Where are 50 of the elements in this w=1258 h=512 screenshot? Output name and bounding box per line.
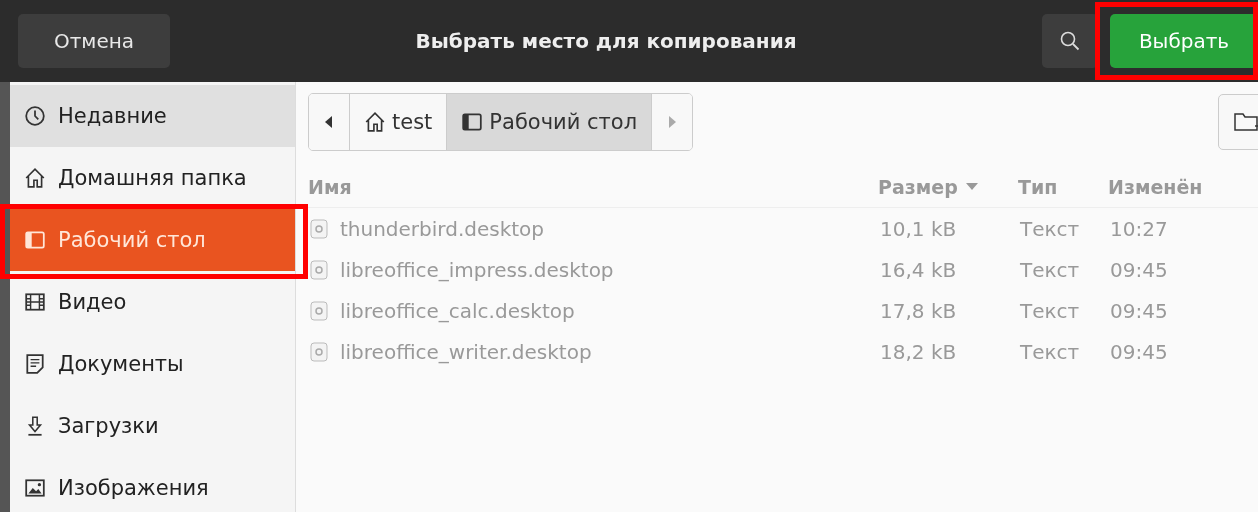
home-icon (24, 167, 46, 189)
sidebar-label: Рабочий стол (58, 228, 206, 252)
sidebar-label: Домашняя папка (58, 166, 247, 190)
sidebar-item[interactable]: Недавние (10, 85, 295, 147)
right-arrow-icon (668, 116, 677, 128)
sort-caret-icon (965, 183, 978, 191)
table-cell: 16,4 kB (880, 257, 957, 282)
table-cell: libreoffice_writer.desktop (340, 339, 592, 364)
table-cell: 17,8 kB (880, 298, 957, 323)
sidebar-label: Загрузки (58, 414, 159, 438)
sidebar-label: Документы (58, 352, 184, 376)
cancel-button[interactable]: Отмена (18, 14, 170, 68)
film-icon (24, 291, 46, 313)
folder-plus-icon (1233, 110, 1258, 134)
image-icon (24, 477, 46, 499)
file-icon (310, 341, 328, 362)
table-cell: Текст (1020, 257, 1080, 282)
sidebar-item[interactable]: Видео (10, 271, 295, 333)
desktop-icon (24, 229, 46, 251)
sidebar-label: Изображения (58, 476, 209, 500)
home-icon (364, 111, 386, 133)
table-cell: Текст (1020, 339, 1080, 364)
path-segment[interactable]: Рабочий стол (447, 94, 653, 150)
file-icon (310, 218, 328, 239)
sidebar-item[interactable]: Загрузки (10, 395, 295, 457)
table-cell: 09:45 (1110, 257, 1168, 282)
clock-icon (24, 105, 46, 127)
sidebar-item[interactable]: Домашняя папка (10, 147, 295, 209)
sidebar-item[interactable]: Документы (10, 333, 295, 395)
table-cell: Текст (1020, 298, 1080, 323)
desktop-icon (461, 111, 484, 133)
table-cell: libreoffice_impress.desktop (340, 257, 614, 282)
search-button[interactable] (1042, 14, 1098, 68)
sidebar-label: Видео (58, 290, 127, 314)
file-icon (310, 259, 328, 280)
table-cell: 18,2 kB (880, 339, 957, 364)
sidebar-label: Недавние (58, 104, 167, 128)
table-cell: Текст (1020, 216, 1080, 241)
file-icon (310, 300, 328, 321)
table-cell: 10:27 (1110, 216, 1168, 241)
left-arrow-icon (325, 116, 333, 128)
table-cell: 09:45 (1110, 298, 1168, 323)
table-cell: thunderbird.desktop (340, 216, 545, 241)
document-icon (24, 353, 46, 375)
table-cell: libreoffice_calc.desktop (340, 298, 575, 323)
sidebar-item[interactable]: Изображения (10, 457, 295, 512)
table-cell: 09:45 (1110, 339, 1168, 364)
search-icon (1059, 30, 1081, 52)
table-cell: 10,1 kB (880, 216, 957, 241)
dialog-title: Выбрать место для копирования (415, 29, 797, 53)
